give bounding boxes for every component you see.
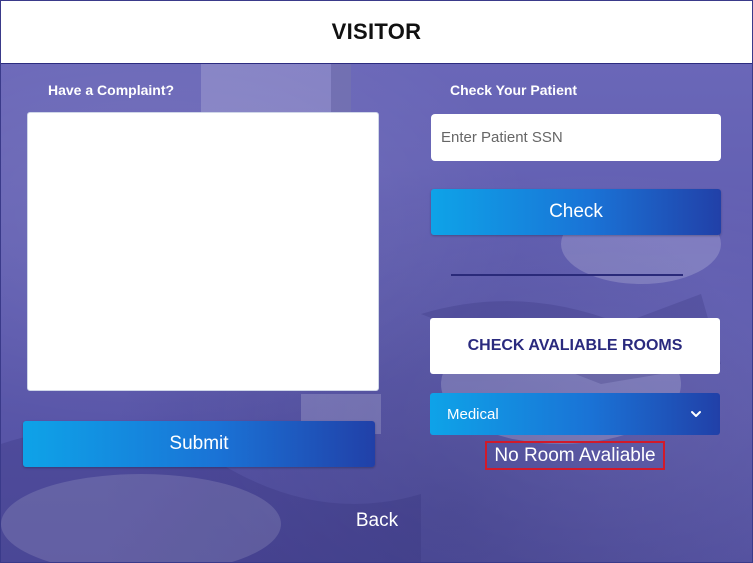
page-title: VISITOR <box>331 19 422 44</box>
visitor-window: VISITOR Have a Complaint? Check Your Pat… <box>0 0 753 563</box>
patient-ssn-input[interactable] <box>431 114 721 161</box>
back-link[interactable]: Back <box>337 508 417 534</box>
section-divider <box>451 274 683 276</box>
page-header: VISITOR <box>1 1 752 64</box>
room-type-value: Medical <box>447 405 499 423</box>
complaint-textarea[interactable] <box>27 112 379 391</box>
check-available-rooms-button[interactable]: CHECK AVALIABLE ROOMS <box>430 318 720 374</box>
patient-label: Check Your Patient <box>450 82 578 98</box>
room-type-select[interactable]: Medical <box>430 393 720 435</box>
complaint-label: Have a Complaint? <box>48 82 175 98</box>
room-status-message: No Room Avaliable <box>485 441 665 470</box>
submit-button[interactable]: Submit <box>23 421 375 467</box>
chevron-down-icon <box>691 411 701 417</box>
check-button[interactable]: Check <box>431 189 721 235</box>
